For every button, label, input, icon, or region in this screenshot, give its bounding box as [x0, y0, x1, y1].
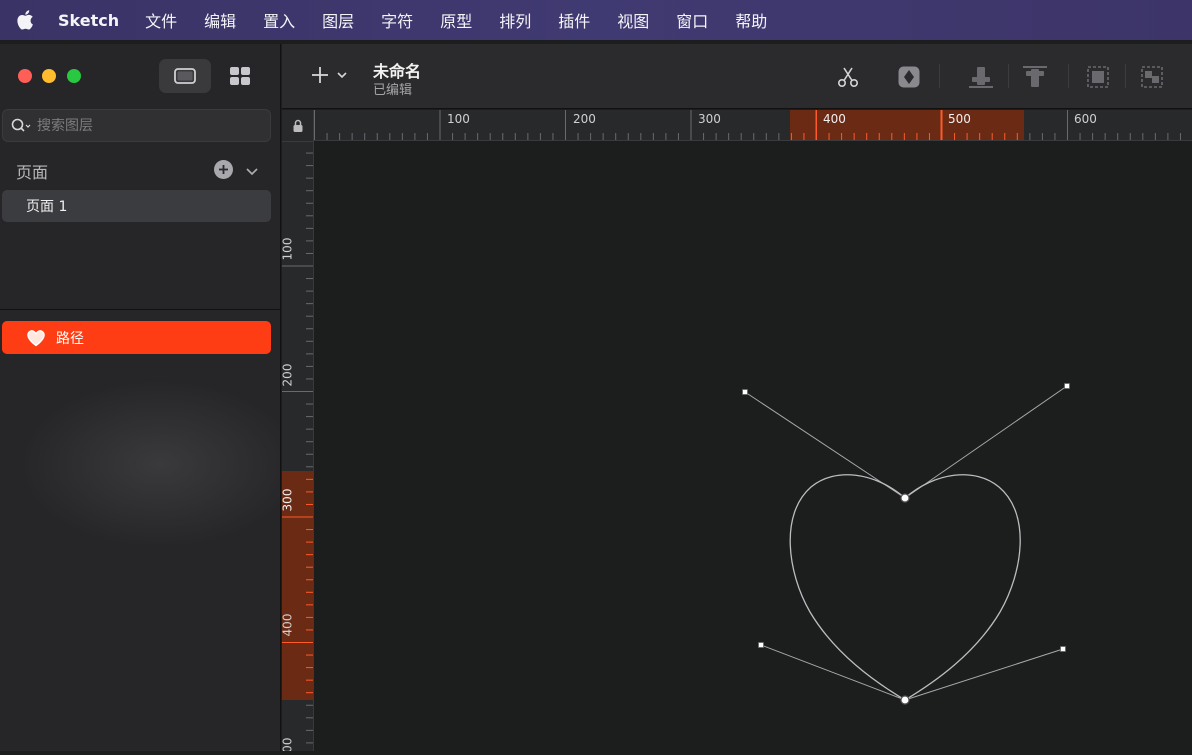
collapse-pages-button[interactable]	[245, 162, 259, 181]
plus-icon	[312, 67, 328, 83]
toolbar-separator	[1068, 64, 1069, 88]
control-point-handle[interactable]	[742, 389, 748, 395]
menu-arrange[interactable]: 排列	[499, 8, 531, 32]
grid-view-toggle[interactable]	[214, 59, 266, 93]
align-top-button[interactable]	[1022, 64, 1048, 90]
anchor-point[interactable]	[900, 695, 910, 705]
ungroup-icon	[1141, 66, 1163, 88]
control-point-handle[interactable]	[1064, 383, 1070, 389]
menu-insert[interactable]: 置入	[263, 8, 295, 32]
sidebar-divider	[0, 309, 281, 310]
menu-edit[interactable]: 编辑	[204, 8, 236, 32]
bezier-handle-line	[904, 648, 1064, 701]
single-pane-icon	[174, 68, 196, 84]
toolbar: 未命名 已编辑	[282, 44, 1192, 109]
menu-view[interactable]: 视图	[617, 8, 649, 32]
page-item[interactable]: 页面 1	[2, 190, 271, 222]
menu-window[interactable]: 窗口	[676, 8, 708, 32]
canvas[interactable]	[315, 142, 1192, 751]
vector-edit-icon	[898, 66, 920, 88]
ruler-label: 500	[948, 112, 971, 126]
layer-name: 路径	[56, 330, 84, 347]
scissors-tool-button[interactable]	[835, 64, 861, 90]
grid-icon	[230, 67, 250, 85]
ruler-label: 100	[282, 237, 295, 261]
vertical-ruler[interactable]: 100 200 300 400 500	[282, 142, 314, 751]
zoom-window-button[interactable]	[67, 69, 81, 83]
control-point-handle[interactable]	[758, 642, 764, 648]
toolbar-separator	[1008, 64, 1009, 88]
menu-app-name[interactable]: Sketch	[58, 11, 119, 30]
ruler-label: 200	[282, 363, 295, 387]
menu-file[interactable]: 文件	[145, 8, 177, 32]
group-icon	[1087, 66, 1109, 88]
menu-help[interactable]: 帮助	[735, 8, 767, 32]
ruler-label: 100	[447, 112, 470, 126]
plus-icon	[219, 165, 228, 174]
pages-label: 页面	[16, 163, 49, 182]
add-page-button[interactable]	[214, 160, 233, 179]
toolbar-separator	[939, 64, 940, 88]
single-view-toggle[interactable]	[159, 59, 211, 93]
pages-header: 页面	[16, 159, 266, 183]
scissors-icon	[837, 67, 859, 88]
insert-button[interactable]	[310, 65, 348, 85]
ruler-label: 500	[282, 737, 295, 751]
bezier-handle-line	[904, 385, 1068, 499]
bezier-handle-line	[760, 644, 906, 701]
ungroup-button[interactable]	[1139, 64, 1165, 90]
close-window-button[interactable]	[18, 69, 32, 83]
anchor-point[interactable]	[900, 493, 910, 503]
horizontal-ruler[interactable]: 100 200 300 400 500 600	[314, 110, 1192, 141]
toolbar-separator	[1125, 64, 1126, 88]
chevron-down-icon	[337, 72, 347, 79]
ruler-label: 200	[573, 112, 596, 126]
minimize-window-button[interactable]	[42, 69, 56, 83]
control-point-handle[interactable]	[1060, 646, 1066, 652]
layers-sidebar: 页面 页面 1 路径	[0, 44, 281, 751]
ruler-label: 300	[698, 112, 721, 126]
menu-text[interactable]: 字符	[381, 8, 413, 32]
ruler-label: 400	[823, 112, 846, 126]
apple-icon[interactable]	[16, 9, 38, 31]
layer-item-path[interactable]: 路径	[2, 321, 271, 354]
menu-plugins[interactable]: 插件	[558, 8, 590, 32]
layer-search-input[interactable]	[37, 117, 257, 134]
ruler-lock-button[interactable]	[282, 110, 314, 142]
ruler-label: 600	[1074, 112, 1097, 126]
search-icon	[11, 118, 31, 132]
heart-path[interactable]	[789, 474, 1021, 701]
lock-icon	[293, 119, 302, 132]
chevron-down-icon	[246, 168, 258, 176]
menu-bar: Sketch 文件 编辑 置入 图层 字符 原型 排列 插件 视图 窗口 帮助	[0, 0, 1192, 40]
heart-icon	[26, 328, 46, 348]
menu-prototype[interactable]: 原型	[440, 8, 472, 32]
ruler-label: 400	[282, 613, 295, 637]
group-button[interactable]	[1085, 64, 1111, 90]
align-bottom-button[interactable]	[968, 64, 994, 90]
menu-layer[interactable]: 图层	[322, 8, 354, 32]
layer-search[interactable]	[2, 109, 271, 142]
heart-path-edit[interactable]	[315, 142, 1192, 751]
align-top-icon	[1023, 66, 1047, 87]
ruler-label: 300	[282, 488, 295, 512]
document-status: 已编辑	[373, 83, 413, 98]
pen-edit-button[interactable]	[896, 64, 922, 90]
align-bottom-icon	[969, 67, 993, 88]
